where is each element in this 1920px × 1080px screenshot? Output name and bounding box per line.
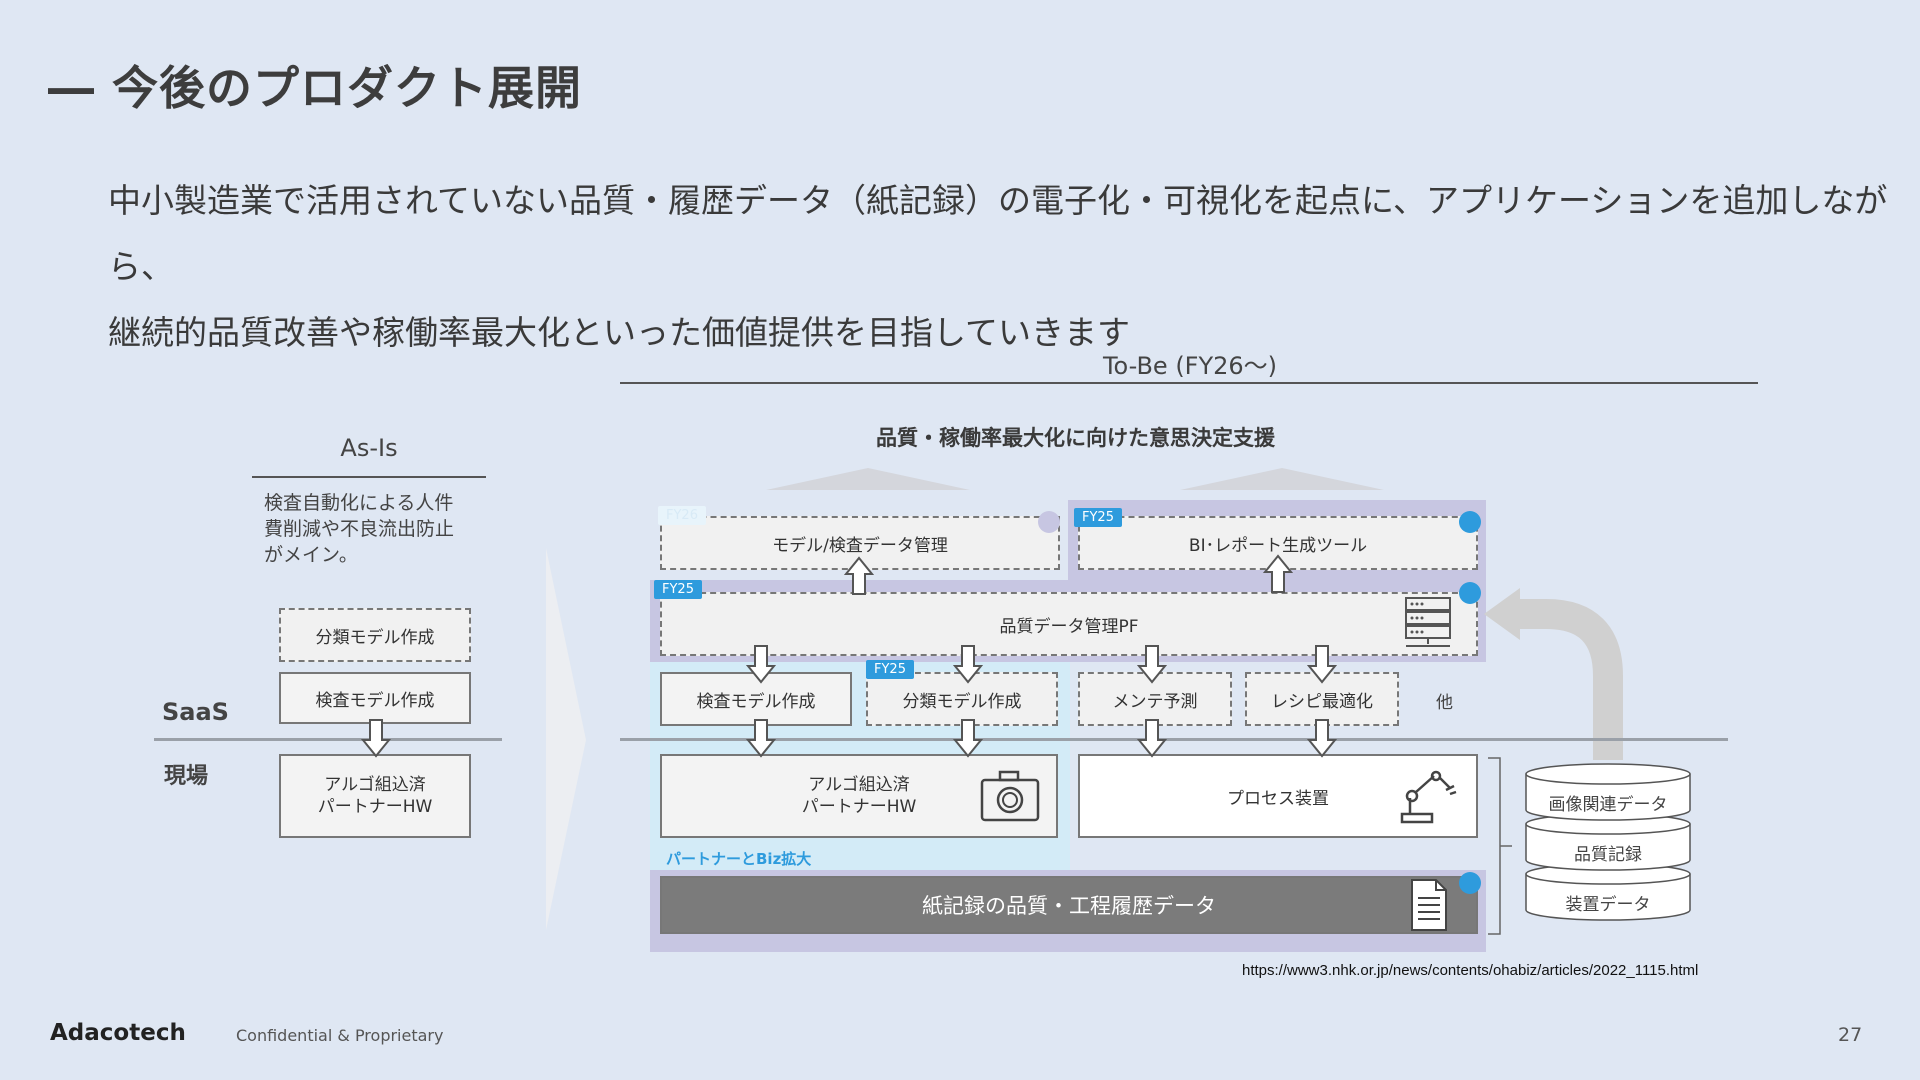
data-bracket [1488, 757, 1512, 935]
triangle-right [1180, 468, 1384, 490]
partner-biz-label: パートナーとBiz拡大 [666, 850, 812, 868]
cylinder-quality-records: 品質記録 [1574, 845, 1642, 865]
as-is-classify-model: 分類モデル作成 [279, 608, 471, 662]
document-icon [1411, 879, 1447, 931]
confidential-label: Confidential & Proprietary [236, 1026, 444, 1045]
company-logo: Adacotech [50, 1020, 186, 1046]
transition-chevron [546, 548, 586, 930]
bi-report-tool: BI･レポート生成ツール [1078, 516, 1478, 570]
label-saas: SaaS [162, 698, 229, 726]
source-url[interactable]: https://www3.nhk.or.jp/news/contents/oha… [1242, 962, 1698, 979]
status-dot-pf [1459, 582, 1481, 604]
paper-records-data: 紙記録の品質・工程履歴データ [660, 876, 1478, 934]
ground-line-to-be [620, 738, 1728, 741]
return-arrow-head [1484, 588, 1520, 640]
badge-fy26: FY26 [658, 506, 706, 525]
page-number: 27 [1838, 1024, 1863, 1046]
as-is-partner-hw: アルゴ組込済 パートナーHW [279, 754, 471, 838]
to-be-inspect-model: 検査モデル作成 [660, 672, 852, 726]
status-dot-model [1038, 511, 1060, 533]
cylinder-image-data: 画像関連データ [1548, 795, 1668, 815]
label-genba: 現場 [164, 764, 209, 789]
to-be-classify-model: 分類モデル作成 [866, 672, 1058, 726]
robot-arm-icon [1400, 770, 1457, 824]
badge-fy25-bi: FY25 [1074, 508, 1122, 527]
triangle-left [766, 468, 970, 490]
server-icon [1405, 597, 1451, 647]
other-label: 他 [1436, 693, 1453, 713]
camera-icon [980, 770, 1040, 822]
quality-data-pf: 品質データ管理PF [660, 592, 1478, 656]
recipe-optimization: レシピ最適化 [1245, 672, 1399, 726]
cylinder-equipment-data: 装置データ [1565, 895, 1651, 915]
badge-fy25-classify: FY25 [866, 660, 914, 679]
model-data-management: モデル/検査データ管理 [660, 516, 1060, 570]
status-dot-paper [1459, 872, 1481, 894]
as-is-inspect-model: 検査モデル作成 [279, 672, 471, 724]
status-dot-bi [1459, 511, 1481, 533]
ground-line-as-is [154, 738, 502, 741]
maintenance-prediction: メンテ予測 [1078, 672, 1232, 726]
badge-fy25-pf: FY25 [654, 580, 702, 599]
